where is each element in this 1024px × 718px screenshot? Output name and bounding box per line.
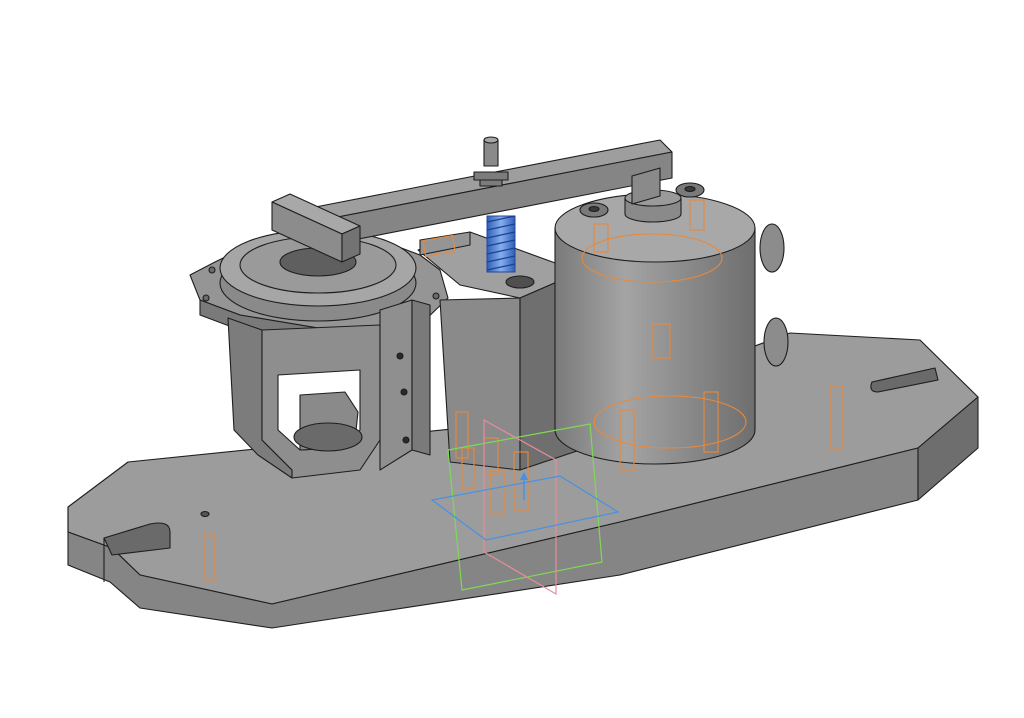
bracket-housing[interactable] <box>189 229 449 479</box>
assembly-model[interactable] <box>0 0 1024 718</box>
cad-viewport[interactable] <box>0 0 1024 718</box>
cylinder-housing[interactable] <box>554 182 789 465</box>
compression-spring <box>486 215 516 273</box>
